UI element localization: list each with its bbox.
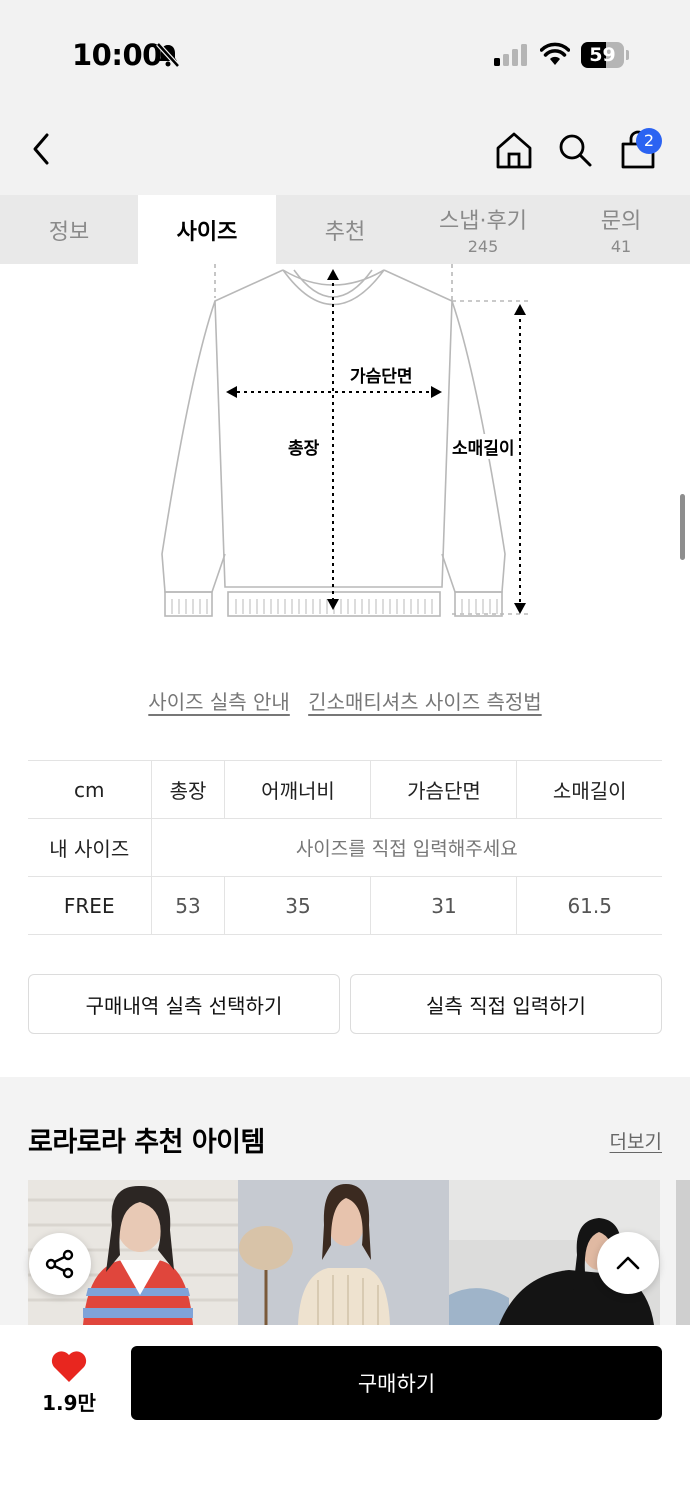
bell-slash-icon xyxy=(156,42,180,68)
size-value: 35 xyxy=(224,876,371,935)
more-link[interactable]: 더보기 xyxy=(610,1127,662,1154)
top-nav: 2 xyxy=(0,100,690,195)
battery-percent: 59 xyxy=(589,44,616,66)
tab-snap-review[interactable]: 스냅·후기 245 xyxy=(414,195,552,264)
back-icon[interactable] xyxy=(30,132,52,166)
header-cell: 소매길이 xyxy=(516,760,662,819)
like-count: 1.9만 xyxy=(42,1391,96,1415)
share-icon xyxy=(45,1249,74,1279)
search-icon[interactable] xyxy=(557,132,593,168)
unit-cell: cm xyxy=(28,760,151,819)
tab-count: 245 xyxy=(467,237,499,256)
product-thumbnail[interactable] xyxy=(238,1180,449,1325)
header-cell: 어깨너비 xyxy=(224,760,371,819)
wifi-icon xyxy=(540,42,570,65)
recommend-carousel[interactable] xyxy=(28,1180,690,1325)
tab-label: 추천 xyxy=(324,219,366,245)
tab-label: 스냅·후기 xyxy=(439,209,527,234)
table-row: FREE 53 35 31 61.5 xyxy=(28,876,662,935)
my-size-row[interactable]: 내 사이즈 사이즈를 직접 입력해주세요 xyxy=(28,818,662,877)
sleeve-label: 소매길이 xyxy=(450,434,517,459)
tab-label: 사이즈 xyxy=(176,219,238,245)
tab-size[interactable]: 사이즈 xyxy=(138,195,276,264)
scrollbar[interactable] xyxy=(680,494,685,560)
battery-indicator: 59 xyxy=(581,42,629,68)
size-value: 61.5 xyxy=(516,876,662,935)
header-cell: 가슴단면 xyxy=(370,760,517,819)
heart-icon[interactable] xyxy=(50,1349,88,1383)
status-bar: 10:00 59 xyxy=(0,0,690,100)
chest-label: 가슴단면 xyxy=(348,362,415,387)
length-label: 총장 xyxy=(286,434,322,459)
chevron-up-icon xyxy=(616,1256,640,1270)
my-size-input-hint[interactable]: 사이즈를 직접 입력해주세요 xyxy=(150,818,662,877)
tab-recommend[interactable]: 추천 xyxy=(276,195,414,264)
my-size-label: 내 사이즈 xyxy=(28,818,151,877)
status-time: 10:00 xyxy=(72,38,162,72)
tab-label: 정보 xyxy=(48,219,90,245)
measure-method-link[interactable]: 긴소매티셔츠 사이즈 측정법 xyxy=(308,690,542,714)
tab-qna[interactable]: 문의 41 xyxy=(552,195,690,264)
size-name: FREE xyxy=(28,876,151,935)
table-header-row: cm 총장 어깨너비 가슴단면 소매길이 xyxy=(28,760,662,819)
cart-count-badge: 2 xyxy=(636,128,662,154)
share-button[interactable] xyxy=(29,1233,91,1295)
size-guide-link[interactable]: 사이즈 실측 안내 xyxy=(148,690,290,714)
header-cell: 총장 xyxy=(150,760,225,819)
scroll-top-button[interactable] xyxy=(597,1232,659,1294)
home-icon[interactable] xyxy=(494,130,534,170)
tab-info[interactable]: 정보 xyxy=(0,195,138,264)
tab-bar: 정보 사이즈 추천 스냅·후기 245 문의 41 xyxy=(0,195,690,264)
direct-input-button[interactable]: 실측 직접 입력하기 xyxy=(350,974,662,1034)
tab-count: 41 xyxy=(610,237,632,256)
size-value: 53 xyxy=(150,876,225,935)
signal-icon xyxy=(494,44,527,66)
recommend-title: 로라로라 추천 아이템 xyxy=(28,1127,265,1158)
size-table: cm 총장 어깨너비 가슴단면 소매길이 내 사이즈 사이즈를 직접 입력해주세… xyxy=(28,760,662,935)
size-guide-links: 사이즈 실측 안내 긴소매티셔츠 사이즈 측정법 xyxy=(0,686,690,715)
purchase-history-button[interactable]: 구매내역 실측 선택하기 xyxy=(28,974,340,1034)
tab-label: 문의 xyxy=(600,209,642,234)
product-thumbnail[interactable] xyxy=(676,1180,690,1325)
buy-button[interactable]: 구매하기 xyxy=(131,1346,662,1420)
size-value: 31 xyxy=(370,876,517,935)
size-diagram: 가슴단면 총장 소매길이 xyxy=(150,264,540,624)
